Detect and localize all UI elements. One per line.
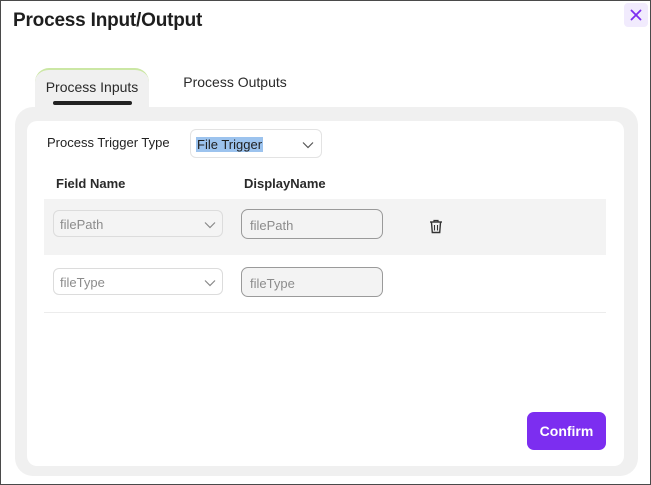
field-name-value: fileType [60, 275, 105, 290]
display-name-value: fileType [250, 276, 295, 291]
process-trigger-type-label: Process Trigger Type [47, 135, 170, 150]
column-header-field-name: Field Name [56, 176, 126, 191]
confirm-button[interactable]: Confirm [527, 412, 606, 450]
close-icon [630, 9, 642, 21]
field-name-select[interactable]: filePath [53, 210, 223, 237]
display-name-input[interactable]: filePath [241, 209, 383, 239]
process-trigger-type-select[interactable]: File Trigger [190, 129, 322, 158]
display-name-value: filePath [250, 218, 294, 233]
chevron-down-icon [204, 280, 216, 287]
chevron-down-icon [302, 142, 314, 149]
column-header-display-name: DisplayName [244, 176, 326, 191]
display-name-input[interactable]: fileType [241, 267, 383, 297]
dialog-title: Process Input/Output [13, 10, 203, 31]
tab-process-outputs-label: Process Outputs [183, 74, 287, 90]
tab-process-outputs[interactable]: Process Outputs [170, 74, 300, 96]
tab-process-inputs-label: Process Inputs [45, 79, 139, 95]
chevron-down-icon [204, 222, 216, 229]
close-button[interactable] [624, 3, 648, 27]
field-name-select[interactable]: fileType [53, 268, 223, 295]
process-trigger-type-value: File Trigger [196, 137, 264, 152]
active-tab-indicator [53, 101, 132, 105]
trash-icon[interactable] [429, 219, 443, 234]
row-divider [44, 312, 606, 313]
field-name-value: filePath [60, 217, 104, 232]
